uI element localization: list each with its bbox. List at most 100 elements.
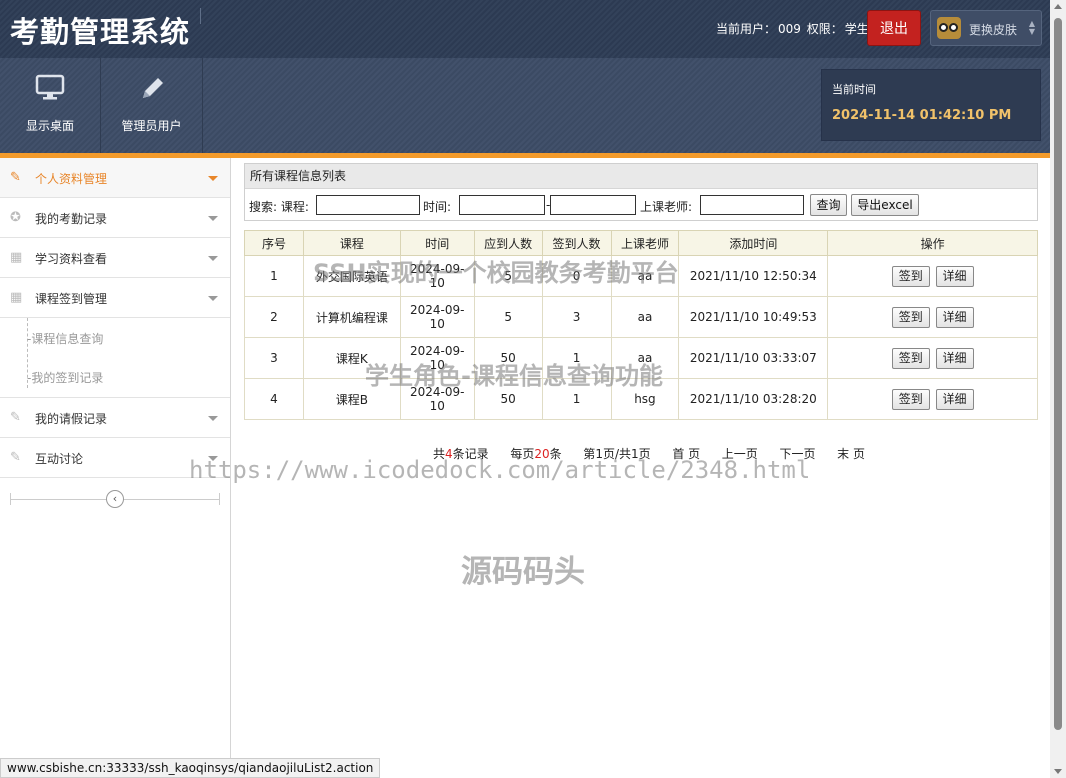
sidebar-collapse-row: ‹ — [10, 489, 220, 509]
sidebar-item-course-signin[interactable]: ▦ 课程签到管理 — [0, 278, 230, 318]
detail-button[interactable]: 详细 — [935, 265, 974, 287]
col-header-actions: 操作 — [827, 230, 1038, 256]
col-header-expected: 应到人数 — [473, 230, 543, 256]
cell-added: 2021/11/10 12:50:34 — [678, 255, 829, 297]
detail-button[interactable]: 详细 — [935, 347, 974, 369]
caret-down-icon — [208, 256, 218, 261]
pencil-icon: ✎ — [10, 170, 21, 185]
sidebar-item-label: 课程签到管理 — [35, 292, 108, 306]
collapse-sidebar-icon[interactable]: ‹ — [106, 490, 124, 508]
user-info: 当前用户： 009 权限： 学生 — [716, 20, 871, 37]
current-time-value: 2024-11-14 01:42:10 PM — [832, 108, 1012, 123]
caret-down-icon — [208, 296, 218, 301]
sidebar-item-profile[interactable]: ✎ 个人资料管理 — [0, 158, 230, 198]
time-start-input[interactable] — [459, 195, 545, 215]
pencil-icon: ✎ — [10, 450, 21, 465]
scroll-up-icon[interactable] — [1054, 4, 1062, 9]
sidebar-item-leave[interactable]: ✎ 我的请假记录 — [0, 398, 230, 438]
cell-added: 2021/11/10 03:33:07 — [678, 337, 829, 379]
caret-down-icon — [208, 216, 218, 221]
toolbar: 显示桌面 管理员用户 当前时间 2024-11-14 01:42:10 PM — [0, 58, 1050, 153]
panel-title: 所有课程信息列表 — [245, 164, 1037, 189]
show-desktop-label: 显示桌面 — [25, 119, 74, 133]
grid-icon: ▦ — [10, 290, 23, 305]
search-row: 搜索: 课程: 时间: - 上课老师: 查询 导出excel — [245, 189, 1037, 221]
last-page-link[interactable]: 末 页 — [837, 447, 865, 461]
current-time-label: 当前时间 — [832, 83, 876, 96]
col-header-no: 序号 — [244, 230, 304, 256]
scroll-down-icon[interactable] — [1054, 769, 1062, 774]
caret-down-icon — [208, 176, 218, 181]
cell-no: 4 — [244, 378, 304, 420]
cell-signed: 3 — [541, 296, 612, 338]
col-header-signed: 签到人数 — [541, 230, 612, 256]
title-divider — [200, 8, 201, 24]
change-skin-select[interactable]: 更换皮肤 ▲ ▼ — [930, 10, 1042, 46]
status-bar-url: www.csbishe.cn:33333/ssh_kaoqinsys/qiand… — [0, 758, 381, 778]
time-label: 时间: — [423, 200, 452, 214]
table-row: 2 计算机编程课 2024-09-10 5 3 aa 2021/11/10 10… — [244, 296, 1038, 338]
cell-expected: 5 — [473, 296, 543, 338]
cell-time: 2024-09-10 — [399, 296, 475, 338]
pencil-icon: ✎ — [10, 410, 21, 425]
vertical-scrollbar[interactable] — [1050, 0, 1066, 778]
logout-button[interactable]: 退出 — [867, 10, 921, 46]
col-header-time: 时间 — [399, 230, 475, 256]
cell-actions: 签到 详细 — [827, 296, 1038, 338]
user-label: 当前用户： — [716, 22, 777, 36]
subitem-course-query[interactable]: -课程信息查询 — [27, 330, 103, 347]
pencil-icon — [142, 78, 163, 98]
scroll-thumb[interactable] — [1054, 18, 1062, 730]
lifebuoy-icon: ✪ — [10, 210, 21, 225]
cell-course: 计算机编程课 — [302, 296, 401, 338]
detail-button[interactable]: 详细 — [935, 388, 974, 410]
caret-down-icon — [208, 416, 218, 421]
skin-label: 更换皮肤 — [969, 23, 1018, 37]
teacher-search-input[interactable] — [700, 195, 804, 215]
show-desktop-button[interactable]: 显示桌面 — [0, 58, 101, 153]
query-button[interactable]: 查询 — [810, 194, 847, 216]
cell-added: 2021/11/10 10:49:53 — [678, 296, 829, 338]
admin-user-button[interactable]: 管理员用户 — [101, 58, 203, 153]
sidebar-item-attendance[interactable]: ✪ 我的考勤记录 — [0, 198, 230, 238]
signin-button[interactable]: 签到 — [891, 306, 930, 328]
cell-no: 3 — [244, 337, 304, 379]
search-panel: 所有课程信息列表 搜索: 课程: 时间: - 上课老师: 查询 导出excel — [244, 163, 1038, 221]
sidebar-item-materials[interactable]: ▦ 学习资料查看 — [0, 238, 230, 278]
owl-icon — [937, 17, 961, 39]
subitem-my-signin[interactable]: -我的签到记录 — [27, 369, 103, 386]
cell-actions: 签到 详细 — [827, 337, 1038, 379]
teacher-label: 上课老师: — [640, 200, 693, 214]
cell-actions: 签到 详细 — [827, 255, 1038, 297]
watermark-title: SSH实现的一个校园教务考勤平台 — [313, 259, 679, 287]
table-header-row: 序号 课程 时间 应到人数 签到人数 上课老师 添加时间 操作 — [244, 230, 1038, 256]
watermark-subtitle: 学生角色-课程信息查询功能 — [365, 362, 663, 390]
export-excel-button[interactable]: 导出excel — [851, 194, 919, 216]
cell-no: 2 — [244, 296, 304, 338]
watermark-brand: 源码码头 — [461, 554, 585, 590]
col-header-added: 添加时间 — [678, 230, 829, 256]
course-search-input[interactable] — [316, 195, 420, 215]
watermark-url: https://www.icodedock.com/article/2348.h… — [189, 456, 811, 484]
user-id: 009 — [778, 22, 801, 36]
col-header-course: 课程 — [302, 230, 401, 256]
role-label: 权限： — [806, 22, 843, 36]
sidebar-item-label: 学习资料查看 — [35, 252, 108, 266]
sidebar-item-label: 互动讨论 — [35, 452, 84, 466]
cell-actions: 签到 详细 — [827, 378, 1038, 420]
detail-button[interactable]: 详细 — [935, 306, 974, 328]
cell-teacher: aa — [610, 296, 680, 338]
cell-no: 1 — [244, 255, 304, 297]
signin-button[interactable]: 签到 — [891, 347, 930, 369]
sidebar-item-label: 我的考勤记录 — [35, 212, 108, 226]
sidebar-item-label: 个人资料管理 — [35, 172, 108, 186]
cell-added: 2021/11/10 03:28:20 — [678, 378, 829, 420]
updown-arrows-icon: ▲ ▼ — [1028, 19, 1035, 36]
signin-button[interactable]: 签到 — [891, 388, 930, 410]
signin-button[interactable]: 签到 — [891, 265, 930, 287]
course-signin-submenu: -课程信息查询 -我的签到记录 — [0, 318, 230, 398]
admin-user-label: 管理员用户 — [121, 119, 182, 133]
sidebar-item-label: 我的请假记录 — [35, 412, 108, 426]
user-role: 学生 — [844, 22, 869, 36]
time-end-input[interactable] — [550, 195, 636, 215]
